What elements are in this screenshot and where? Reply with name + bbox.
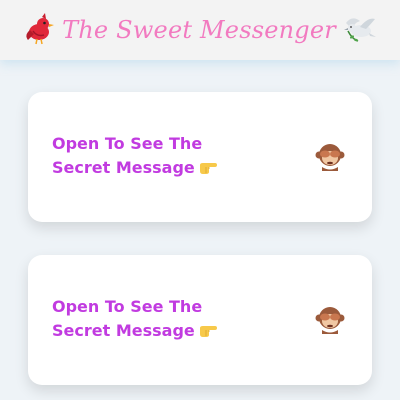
secret-message-card[interactable]: Open To See The Secret Message xyxy=(28,92,372,222)
dove-icon xyxy=(342,13,378,47)
card-label-block: Open To See The Secret Message xyxy=(52,132,262,182)
app-title: The Sweet Messenger xyxy=(62,16,336,44)
see-no-evil-monkey-icon xyxy=(314,141,346,173)
card-label-block: Open To See The Secret Message xyxy=(52,295,262,345)
app-header: The Sweet Messenger xyxy=(0,0,400,60)
red-bird-icon xyxy=(22,13,56,47)
secret-message-card[interactable]: Open To See The Secret Message xyxy=(28,255,372,385)
card-label: Open To See The Secret Message xyxy=(52,297,203,340)
see-no-evil-monkey-icon xyxy=(314,304,346,336)
pointing-hand-icon xyxy=(199,160,217,179)
card-label: Open To See The Secret Message xyxy=(52,134,203,177)
pointing-hand-icon xyxy=(199,323,217,342)
